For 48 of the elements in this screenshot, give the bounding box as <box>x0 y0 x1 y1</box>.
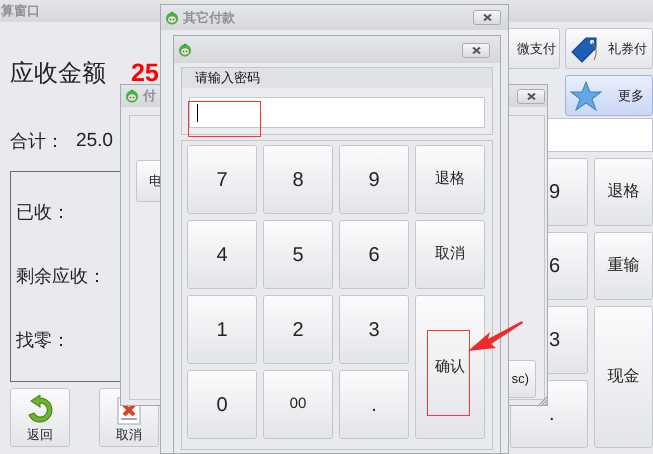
group-label: 请输入密码 <box>195 69 260 88</box>
window-title: 付 <box>143 87 156 106</box>
total-label: 合计： <box>10 130 64 153</box>
amount-field[interactable] <box>545 118 653 152</box>
arrow <box>468 321 523 351</box>
keypad-key[interactable]: 重输 <box>594 232 653 300</box>
text-cursor <box>197 104 198 122</box>
payment-button[interactable]: 更多 <box>565 75 653 116</box>
star-icon <box>570 80 602 110</box>
resize-grip-icon <box>538 396 547 405</box>
app-icon <box>125 89 139 103</box>
keypad-key[interactable]: . <box>339 370 409 439</box>
keypad-key[interactable]: 退格 <box>415 145 485 214</box>
password-field[interactable] <box>189 97 485 128</box>
keypad-key[interactable]: 5 <box>263 220 333 289</box>
close-button[interactable] <box>473 10 501 25</box>
keypad-key[interactable]: 3 <box>339 295 409 364</box>
summary-label: 找零： <box>16 329 71 352</box>
summary-label: 已收： <box>16 200 71 224</box>
app-icon <box>165 10 179 24</box>
keypad-key[interactable]: 退格 <box>594 158 653 226</box>
close-icon <box>526 93 536 100</box>
keypad-key[interactable]: 1 <box>187 295 257 364</box>
keypad-key[interactable]: 取消 <box>415 220 485 289</box>
keypad-key[interactable]: 6 <box>339 220 409 289</box>
back-button[interactable]: 返回 <box>10 388 70 447</box>
close-icon <box>482 14 492 21</box>
close-icon <box>472 47 480 54</box>
window-title: 算窗口 <box>1 2 40 20</box>
window-title: 其它付款 <box>183 8 235 27</box>
payment-button[interactable]: 礼券付 <box>565 28 653 69</box>
close-button[interactable] <box>517 89 545 104</box>
app-icon <box>178 42 192 56</box>
keypad-key[interactable]: 9 <box>339 145 409 214</box>
keypad-key[interactable]: 0 <box>187 370 257 439</box>
payment-button[interactable]: 微支付 <box>506 28 560 69</box>
amount-label: 应收金额 <box>10 59 106 89</box>
total-value: 25.0 <box>76 129 113 153</box>
amount-due: 25 <box>131 58 159 89</box>
keypad-key[interactable]: 2 <box>263 295 333 364</box>
keypad-key[interactable]: 确认 <box>415 295 485 439</box>
keypad-key[interactable]: 8 <box>263 145 333 214</box>
summary-label: 剩余应收： <box>16 264 107 288</box>
keypad-key[interactable]: 4 <box>187 220 257 289</box>
keypad-key[interactable]: 现金 <box>594 306 653 448</box>
close-button[interactable] <box>462 43 490 58</box>
keypad-key[interactable]: 00 <box>263 370 333 439</box>
keypad-key[interactable]: 7 <box>187 145 257 214</box>
